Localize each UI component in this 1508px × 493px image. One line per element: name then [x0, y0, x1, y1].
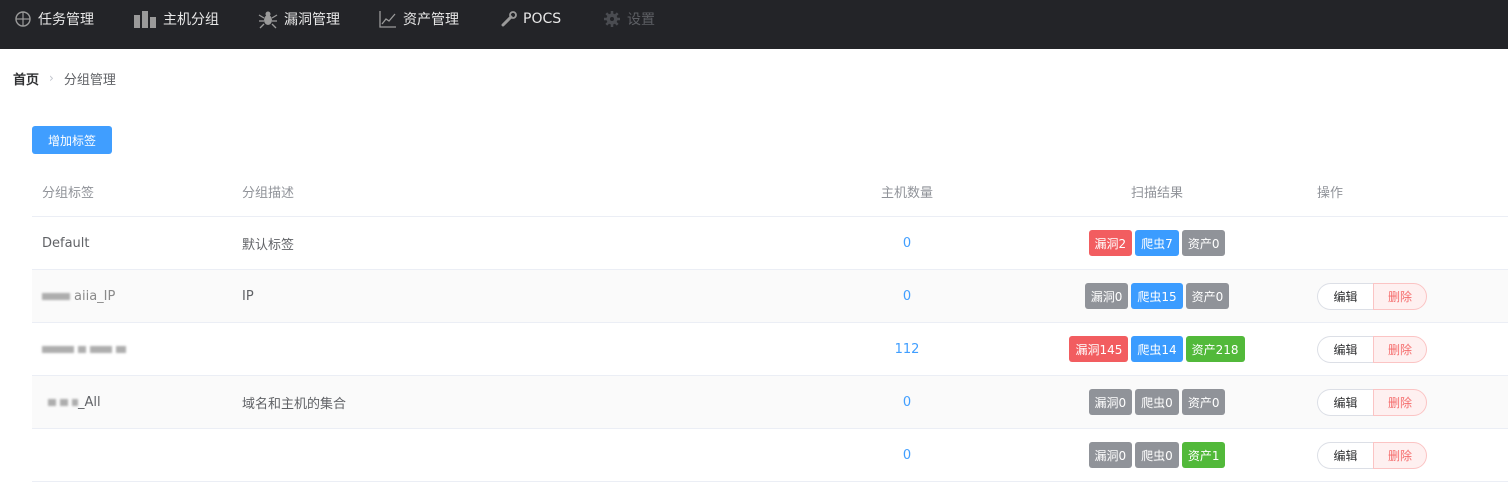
row-host-count[interactable]: 0	[852, 376, 962, 428]
row-tag-text: aiia_IP	[74, 288, 116, 304]
header-desc: 分组描述	[242, 186, 295, 201]
row-actions: 编辑 删除	[1317, 376, 1427, 428]
nav-item-assets[interactable]: 资产管理	[379, 0, 459, 38]
row-desc: 域名和主机的集合	[242, 396, 347, 412]
redacted-text	[42, 292, 70, 300]
row-actions: 编辑 删除	[1317, 323, 1427, 375]
row-tag: _All	[48, 376, 101, 428]
nav-label-settings: 设置	[627, 12, 655, 28]
nav-item-tasks[interactable]: 任务管理	[14, 0, 94, 38]
nav-item-host-groups[interactable]: 主机分组	[133, 0, 219, 38]
delete-button[interactable]: 删除	[1373, 282, 1427, 310]
server-icon	[134, 11, 156, 28]
vuln-tag[interactable]: 漏洞2	[1088, 230, 1133, 256]
header-count: 主机数量	[880, 186, 933, 201]
row-host-count[interactable]: 112	[852, 323, 962, 375]
edit-button[interactable]: 编辑	[1317, 282, 1373, 310]
breadcrumb-current: 分组管理	[63, 72, 116, 88]
top-navigation: 任务管理 主机分组 漏洞管理 资产管理 POCS 设置	[0, 0, 1508, 49]
breadcrumb: 首页 › 分组管理	[13, 68, 116, 88]
breadcrumb-home[interactable]: 首页	[13, 69, 39, 88]
action-button-group: 编辑 删除	[1317, 441, 1427, 469]
table-row: 0 漏洞0 爬虫0 资产1 编辑 删除	[32, 429, 1508, 482]
add-tag-button[interactable]: 增加标签	[32, 126, 112, 154]
row-tag: Default	[42, 235, 90, 251]
row-actions: 编辑 删除	[1317, 429, 1427, 481]
nav-item-settings[interactable]: 设置	[603, 0, 655, 38]
table-row: 112 漏洞145 爬虫14 资产218 编辑 删除	[32, 323, 1508, 376]
chart-line-icon	[379, 11, 396, 28]
nav-label-vulns: 漏洞管理	[284, 12, 340, 28]
row-results: 漏洞0 爬虫15 资产0	[1047, 270, 1267, 322]
edit-button[interactable]: 编辑	[1317, 441, 1373, 469]
action-button-group: 编辑 删除	[1317, 282, 1427, 310]
nav-label-tasks: 任务管理	[38, 12, 94, 28]
row-tag-text: _All	[78, 394, 101, 410]
action-button-group: 编辑 删除	[1317, 335, 1427, 363]
row-desc: IP	[242, 288, 254, 304]
nav-item-pocs[interactable]: POCS	[501, 0, 561, 38]
bug-icon	[258, 11, 278, 29]
crawler-tag[interactable]: 爬虫15	[1131, 283, 1183, 309]
action-button-group: 编辑 删除	[1317, 388, 1427, 416]
header-ops: 操作	[1317, 186, 1344, 201]
delete-button[interactable]: 删除	[1373, 441, 1427, 469]
row-results: 漏洞0 爬虫0 资产1	[1047, 429, 1267, 481]
nav-item-vulns[interactable]: 漏洞管理	[258, 0, 340, 38]
crosshair-icon	[15, 11, 31, 27]
nav-label-pocs: POCS	[523, 11, 562, 27]
asset-tag[interactable]: 资产218	[1185, 336, 1245, 362]
redacted-text	[90, 345, 112, 353]
vuln-tag[interactable]: 漏洞145	[1069, 336, 1129, 362]
table-row: aiia_IP IP 0 漏洞0 爬虫15 资产0 编辑 删除	[32, 270, 1508, 323]
edit-button[interactable]: 编辑	[1317, 388, 1373, 416]
row-results: 漏洞2 爬虫7 资产0	[1047, 217, 1267, 269]
nav-label-assets: 资产管理	[403, 12, 459, 28]
redacted-text	[48, 398, 56, 406]
table-row: Default 默认标签 0 漏洞2 爬虫7 资产0	[32, 217, 1508, 270]
edit-button[interactable]: 编辑	[1317, 335, 1373, 363]
wrench-icon	[501, 11, 517, 27]
nav-label-host-groups: 主机分组	[163, 12, 219, 28]
redacted-text	[78, 345, 86, 353]
asset-tag[interactable]: 资产1	[1181, 442, 1226, 468]
redacted-text	[116, 345, 126, 353]
row-tag	[42, 323, 130, 375]
redacted-text	[60, 398, 68, 406]
group-table: 分组标签 分组描述 主机数量 扫描结果 操作 Default 默认标签 0 漏洞…	[32, 166, 1508, 482]
asset-tag[interactable]: 资产0	[1185, 283, 1230, 309]
row-actions: 编辑 删除	[1317, 270, 1427, 322]
table-header: 分组标签 分组描述 主机数量 扫描结果 操作	[32, 166, 1508, 217]
row-host-count[interactable]: 0	[852, 270, 962, 322]
crawler-tag[interactable]: 爬虫14	[1131, 336, 1183, 362]
crawler-tag[interactable]: 爬虫0	[1135, 442, 1179, 468]
delete-button[interactable]: 删除	[1373, 335, 1427, 363]
table-row: _All 域名和主机的集合 0 漏洞0 爬虫0 资产0 编辑 删除	[32, 376, 1508, 429]
delete-button[interactable]: 删除	[1373, 388, 1427, 416]
row-host-count[interactable]: 0	[852, 429, 962, 481]
crawler-tag[interactable]: 爬虫7	[1135, 230, 1179, 256]
crawler-tag[interactable]: 爬虫0	[1135, 389, 1179, 415]
row-desc: 默认标签	[242, 237, 295, 253]
row-host-count[interactable]: 0	[852, 217, 962, 269]
row-tag: aiia_IP	[42, 270, 115, 322]
redacted-text	[42, 345, 74, 353]
asset-tag[interactable]: 资产0	[1181, 389, 1226, 415]
gear-icon	[604, 11, 620, 27]
header-results: 扫描结果	[1130, 186, 1183, 201]
row-results: 漏洞0 爬虫0 资产0	[1047, 376, 1267, 428]
row-results: 漏洞145 爬虫14 资产218	[1047, 323, 1267, 375]
chevron-right-icon: ›	[49, 71, 54, 85]
header-tag: 分组标签	[42, 186, 95, 201]
vuln-tag[interactable]: 漏洞0	[1084, 283, 1129, 309]
redacted-text	[72, 398, 78, 406]
asset-tag[interactable]: 资产0	[1181, 230, 1226, 256]
vuln-tag[interactable]: 漏洞0	[1088, 442, 1133, 468]
vuln-tag[interactable]: 漏洞0	[1088, 389, 1133, 415]
